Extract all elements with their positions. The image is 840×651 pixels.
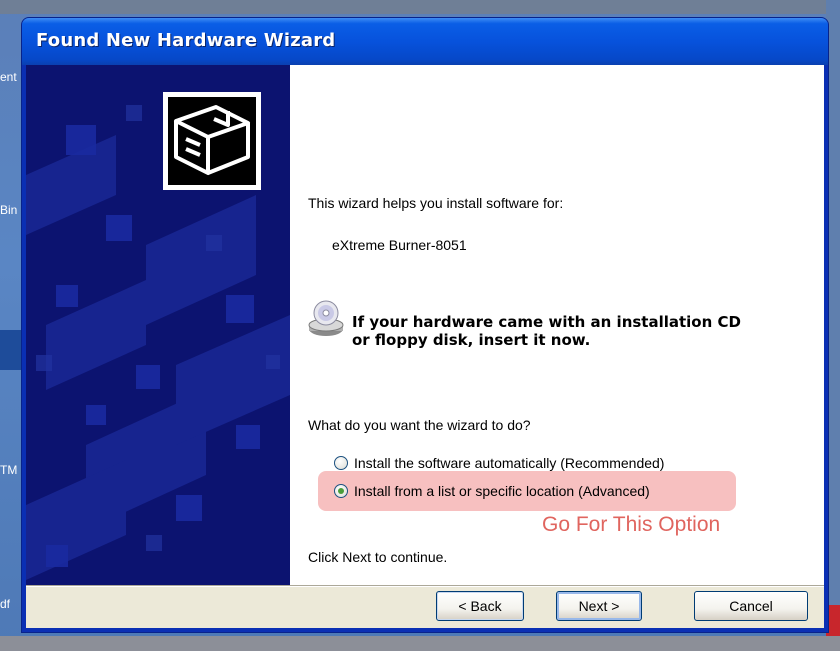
wizard-side-banner [26, 65, 290, 585]
button-bar-divider [26, 585, 824, 587]
option-label: Install the software automatically (Reco… [354, 455, 665, 471]
desktop-bottom-strip [0, 636, 840, 651]
option-install-automatically[interactable]: Install the software automatically (Reco… [334, 455, 664, 471]
option-label: Install from a list or specific location… [354, 483, 650, 499]
cancel-button[interactable]: Cancel [694, 591, 808, 621]
next-button[interactable]: Next > [556, 591, 642, 621]
desktop-top-strip [0, 0, 840, 14]
wizard-window: Found New Hardware Wizard This wizard he… [22, 18, 828, 632]
option-install-from-list[interactable]: Install from a list or specific location… [334, 483, 650, 499]
desktop-icon-label[interactable]: df [0, 597, 10, 611]
desktop-red-element [826, 605, 840, 637]
cd-drive-icon [308, 300, 344, 336]
question-text: What do you want the wizard to do? [308, 417, 531, 433]
cd-prompt-line-2: or floppy disk, insert it now. [352, 331, 591, 349]
hardware-icon [163, 92, 261, 190]
wizard-client-area: This wizard helps you install software f… [26, 65, 824, 628]
window-title: Found New Hardware Wizard [36, 30, 336, 51]
annotation-go-for-this-option: Go For This Option [542, 513, 721, 536]
radio-button[interactable] [334, 456, 348, 470]
device-name: eXtreme Burner-8051 [332, 237, 467, 253]
title-bar[interactable]: Found New Hardware Wizard [22, 18, 828, 65]
continue-hint: Click Next to continue. [308, 549, 448, 565]
cd-prompt-line-1: If your hardware came with an installati… [352, 313, 741, 331]
desktop-icon-label[interactable]: TM [0, 463, 17, 477]
desktop-icon-label[interactable]: Bin [0, 203, 17, 217]
radio-button-selected[interactable] [334, 484, 348, 498]
desktop-right-strip [826, 0, 840, 651]
back-button[interactable]: < Back [436, 591, 524, 621]
intro-text: This wizard helps you install software f… [308, 195, 564, 211]
desktop-left-tile [0, 330, 22, 370]
desktop-icon-label[interactable]: ent [0, 70, 17, 84]
